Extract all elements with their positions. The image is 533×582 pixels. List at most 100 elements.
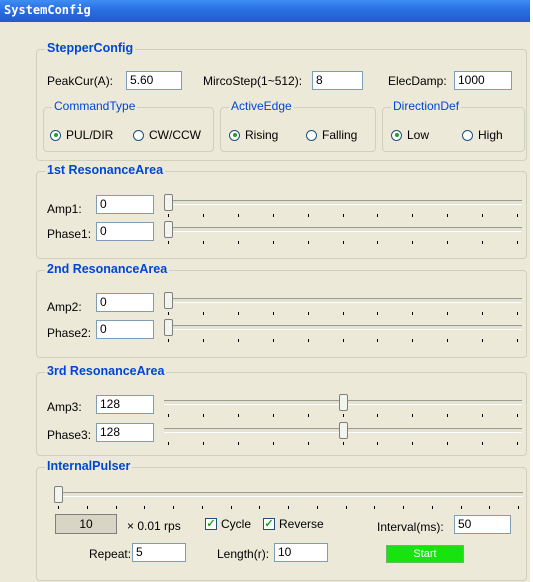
slider-tick bbox=[412, 339, 413, 342]
radio-label: High bbox=[478, 128, 503, 142]
slider-tick bbox=[412, 312, 413, 315]
length-field[interactable]: 10 bbox=[274, 543, 328, 562]
reverse-checkbox[interactable]: ✓ Reverse bbox=[263, 517, 324, 531]
system-config-window: SystemConfig StepperConfig PeakCur(A): 5… bbox=[0, 0, 530, 582]
slider-tick bbox=[346, 506, 347, 509]
slider-tick bbox=[144, 506, 145, 509]
slider-tick bbox=[489, 506, 490, 509]
res1-title: 1st ResonanceArea bbox=[45, 163, 166, 177]
amp2-field[interactable]: 0 bbox=[96, 293, 154, 312]
slider-tick bbox=[482, 339, 483, 342]
active-edge-title: ActiveEdge bbox=[229, 99, 294, 113]
slider-tick bbox=[374, 506, 375, 509]
reverse-label: Reverse bbox=[279, 517, 324, 531]
res2-group: 2nd ResonanceArea Amp2: 0 Phase2: 0 bbox=[36, 262, 527, 358]
command-type-group: CommandType PUL/DIR CW/CCW bbox=[43, 99, 214, 152]
slider-thumb[interactable] bbox=[339, 394, 348, 411]
slider-tick bbox=[343, 214, 344, 217]
radio-rising[interactable]: Rising bbox=[229, 128, 278, 142]
radio-dot-icon bbox=[229, 129, 240, 141]
phase3-slider[interactable] bbox=[164, 422, 522, 445]
slider-tick bbox=[517, 339, 518, 342]
slider-tick bbox=[412, 442, 413, 445]
command-type-title: CommandType bbox=[52, 99, 138, 113]
amp3-slider[interactable] bbox=[164, 394, 522, 417]
peakcur-field[interactable]: 5.60 bbox=[126, 71, 182, 90]
slider-tick bbox=[202, 506, 203, 509]
phase3-field[interactable]: 128 bbox=[96, 423, 154, 442]
slider-tick bbox=[343, 442, 344, 445]
elecdamp-field[interactable]: 1000 bbox=[454, 71, 512, 90]
slider-tick bbox=[203, 241, 204, 244]
peakcur-label: PeakCur(A): bbox=[47, 74, 114, 88]
res3-group: 3rd ResonanceArea Amp3: 128 Phase3: 128 bbox=[36, 364, 527, 456]
slider-thumb[interactable] bbox=[164, 221, 173, 238]
cycle-label: Cycle bbox=[221, 517, 252, 531]
slider-tick bbox=[447, 414, 448, 417]
slider-tick bbox=[377, 312, 378, 315]
start-button[interactable]: Start bbox=[386, 545, 464, 563]
slider-thumb[interactable] bbox=[339, 422, 348, 439]
slider-tick bbox=[203, 214, 204, 217]
slider-tick bbox=[203, 442, 204, 445]
radio-pul-dir[interactable]: PUL/DIR bbox=[50, 128, 113, 142]
amp1-label: Amp1: bbox=[47, 202, 82, 216]
microstep-field[interactable]: 8 bbox=[312, 71, 363, 90]
amp3-field[interactable]: 128 bbox=[96, 395, 154, 414]
res3-title: 3rd ResonanceArea bbox=[45, 364, 167, 378]
phase2-field[interactable]: 0 bbox=[96, 320, 154, 339]
slider-thumb[interactable] bbox=[164, 319, 173, 336]
radio-high[interactable]: High bbox=[462, 128, 503, 142]
slider-track bbox=[164, 200, 522, 205]
amp1-slider[interactable] bbox=[164, 194, 522, 217]
radio-falling[interactable]: Falling bbox=[306, 128, 357, 142]
slider-tick bbox=[168, 442, 169, 445]
cycle-checkbox[interactable]: ✓ Cycle bbox=[205, 517, 251, 531]
stepper-config-title: StepperConfig bbox=[45, 41, 136, 55]
slider-tick bbox=[116, 506, 117, 509]
amp1-field[interactable]: 0 bbox=[96, 195, 154, 214]
slider-tick bbox=[412, 214, 413, 217]
slider-track bbox=[164, 227, 522, 232]
radio-label: PUL/DIR bbox=[66, 128, 114, 142]
slider-tick bbox=[482, 214, 483, 217]
slider-thumb[interactable] bbox=[54, 486, 63, 503]
slider-tick bbox=[238, 214, 239, 217]
slider-tick bbox=[308, 442, 309, 445]
pulser-slider[interactable] bbox=[54, 486, 523, 509]
amp2-slider[interactable] bbox=[164, 292, 522, 315]
phase1-field[interactable]: 0 bbox=[96, 222, 154, 241]
phase1-slider[interactable] bbox=[164, 221, 522, 244]
slider-thumb[interactable] bbox=[164, 292, 173, 309]
slider-tick bbox=[273, 214, 274, 217]
phase3-label: Phase3: bbox=[47, 428, 92, 442]
slider-thumb[interactable] bbox=[164, 194, 173, 211]
internal-pulser-title: InternalPulser bbox=[45, 459, 133, 473]
title-bar[interactable]: SystemConfig bbox=[0, 0, 530, 22]
slider-tick bbox=[273, 339, 274, 342]
slider-tick bbox=[273, 241, 274, 244]
radio-low[interactable]: Low bbox=[391, 128, 429, 142]
slider-tick bbox=[482, 442, 483, 445]
radio-dot-icon bbox=[306, 129, 317, 141]
slider-tick bbox=[238, 339, 239, 342]
slider-tick bbox=[377, 414, 378, 417]
slider-track bbox=[164, 298, 522, 303]
radio-cw-ccw[interactable]: CW/CCW bbox=[133, 128, 201, 142]
repeat-field[interactable]: 5 bbox=[132, 543, 186, 562]
slider-tick bbox=[238, 442, 239, 445]
phase2-slider[interactable] bbox=[164, 319, 522, 342]
slider-tick bbox=[343, 241, 344, 244]
slider-tick bbox=[447, 442, 448, 445]
phase2-label: Phase2: bbox=[47, 326, 92, 340]
slider-tick bbox=[308, 339, 309, 342]
slider-tick bbox=[461, 506, 462, 509]
slider-tick bbox=[447, 339, 448, 342]
slider-tick bbox=[259, 506, 260, 509]
slider-tick bbox=[273, 442, 274, 445]
slider-tick bbox=[173, 506, 174, 509]
internal-pulser-group: InternalPulser 10 × 0.01 rps ✓ Cycle ✓ Rev… bbox=[36, 459, 527, 581]
slider-tick bbox=[482, 241, 483, 244]
interval-field[interactable]: 50 bbox=[454, 515, 511, 534]
slider-tick bbox=[168, 414, 169, 417]
